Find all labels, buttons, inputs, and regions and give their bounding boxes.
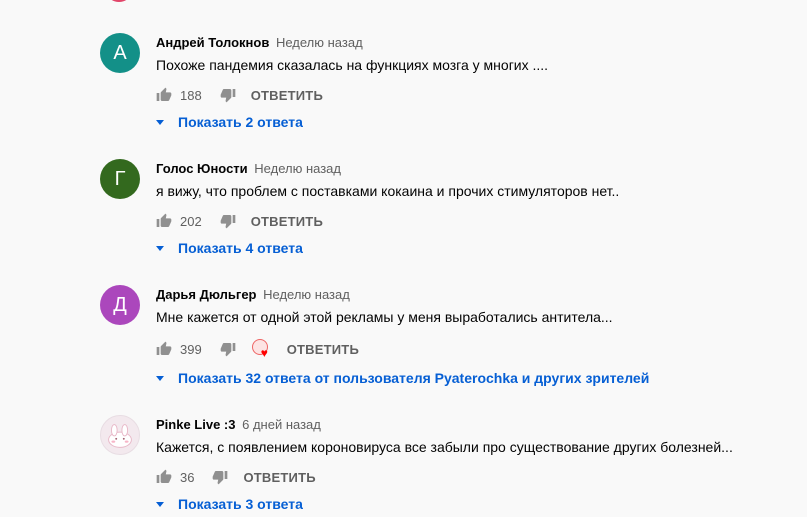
comment-header: Голос Юности Неделю назад	[156, 161, 341, 176]
comment-text: Похоже пандемия сказалась на функциях мо…	[156, 57, 549, 73]
author-name[interactable]: Андрей Толокнов	[156, 35, 269, 50]
chevron-down-icon	[156, 502, 164, 507]
reply-button[interactable]: ОТВЕТИТЬ	[243, 470, 315, 485]
comment-header: Дарья Дюльгер Неделю назад	[156, 287, 350, 302]
comment-time[interactable]: Неделю назад	[254, 161, 341, 176]
comment-actions: 399 ♥ ОТВЕТИТЬ	[156, 338, 359, 360]
author-name[interactable]: Дарья Дюльгер	[156, 287, 257, 302]
comment-time[interactable]: Неделю назад	[263, 287, 350, 302]
like-count: 36	[180, 469, 195, 485]
show-replies-label: Показать 4 ответа	[178, 240, 303, 256]
heart-icon: ♥	[260, 346, 268, 360]
bunny-avatar-icon	[108, 424, 132, 448]
like-count: 188	[180, 87, 202, 103]
avatar[interactable]: А	[100, 33, 140, 73]
comment-header: Андрей Толокнов Неделю назад	[156, 35, 363, 50]
author-name[interactable]: Pinke Live :3	[156, 417, 235, 432]
chevron-down-icon	[156, 246, 164, 251]
comment-text: Кажется, с появлением короновируса все з…	[156, 439, 733, 455]
dislike-icon[interactable]	[220, 87, 236, 103]
show-replies-button[interactable]: Показать 3 ответа	[156, 496, 303, 512]
dislike-icon[interactable]	[220, 213, 236, 229]
comment-header: Pinke Live :3 6 дней назад	[156, 417, 321, 432]
comment-text: Мне кажется от одной этой рекламы у меня…	[156, 309, 613, 325]
creator-heart-icon: ♥	[251, 339, 272, 360]
show-replies-button[interactable]: Показать 2 ответа	[156, 114, 303, 130]
dislike-icon[interactable]	[212, 469, 228, 485]
comment-actions: 36 ОТВЕТИТЬ	[156, 466, 316, 488]
author-name[interactable]: Голос Юности	[156, 161, 248, 176]
like-icon[interactable]	[156, 341, 172, 357]
avatar[interactable]: Г	[100, 159, 140, 199]
show-replies-label: Показать 3 ответа	[178, 496, 303, 512]
comment-text: я вижу, что проблем с поставками кокаина…	[156, 183, 620, 199]
avatar[interactable]: Д	[100, 285, 140, 325]
show-replies-label: Показать 2 ответа	[178, 114, 303, 130]
show-replies-label: Показать 32 ответа от пользователя Pyate…	[178, 370, 650, 386]
avatar[interactable]	[100, 415, 140, 455]
show-replies-button[interactable]: Показать 32 ответа от пользователя Pyate…	[156, 370, 649, 386]
chevron-down-icon	[156, 120, 164, 125]
show-replies-button[interactable]: Показать 4 ответа	[156, 240, 303, 256]
comment-actions: 202 ОТВЕТИТЬ	[156, 210, 323, 232]
like-icon[interactable]	[156, 469, 172, 485]
reply-button[interactable]: ОТВЕТИТЬ	[251, 88, 323, 103]
comment-time[interactable]: 6 дней назад	[242, 417, 321, 432]
chevron-down-icon	[156, 376, 164, 381]
previous-comment-avatar	[108, 0, 130, 2]
like-count: 202	[180, 213, 202, 229]
comment-actions: 188 ОТВЕТИТЬ	[156, 84, 323, 106]
reply-button[interactable]: ОТВЕТИТЬ	[251, 214, 323, 229]
comment-time[interactable]: Неделю назад	[276, 35, 363, 50]
like-icon[interactable]	[156, 87, 172, 103]
like-icon[interactable]	[156, 213, 172, 229]
dislike-icon[interactable]	[220, 341, 236, 357]
reply-button[interactable]: ОТВЕТИТЬ	[287, 342, 359, 357]
like-count: 399	[180, 341, 202, 357]
